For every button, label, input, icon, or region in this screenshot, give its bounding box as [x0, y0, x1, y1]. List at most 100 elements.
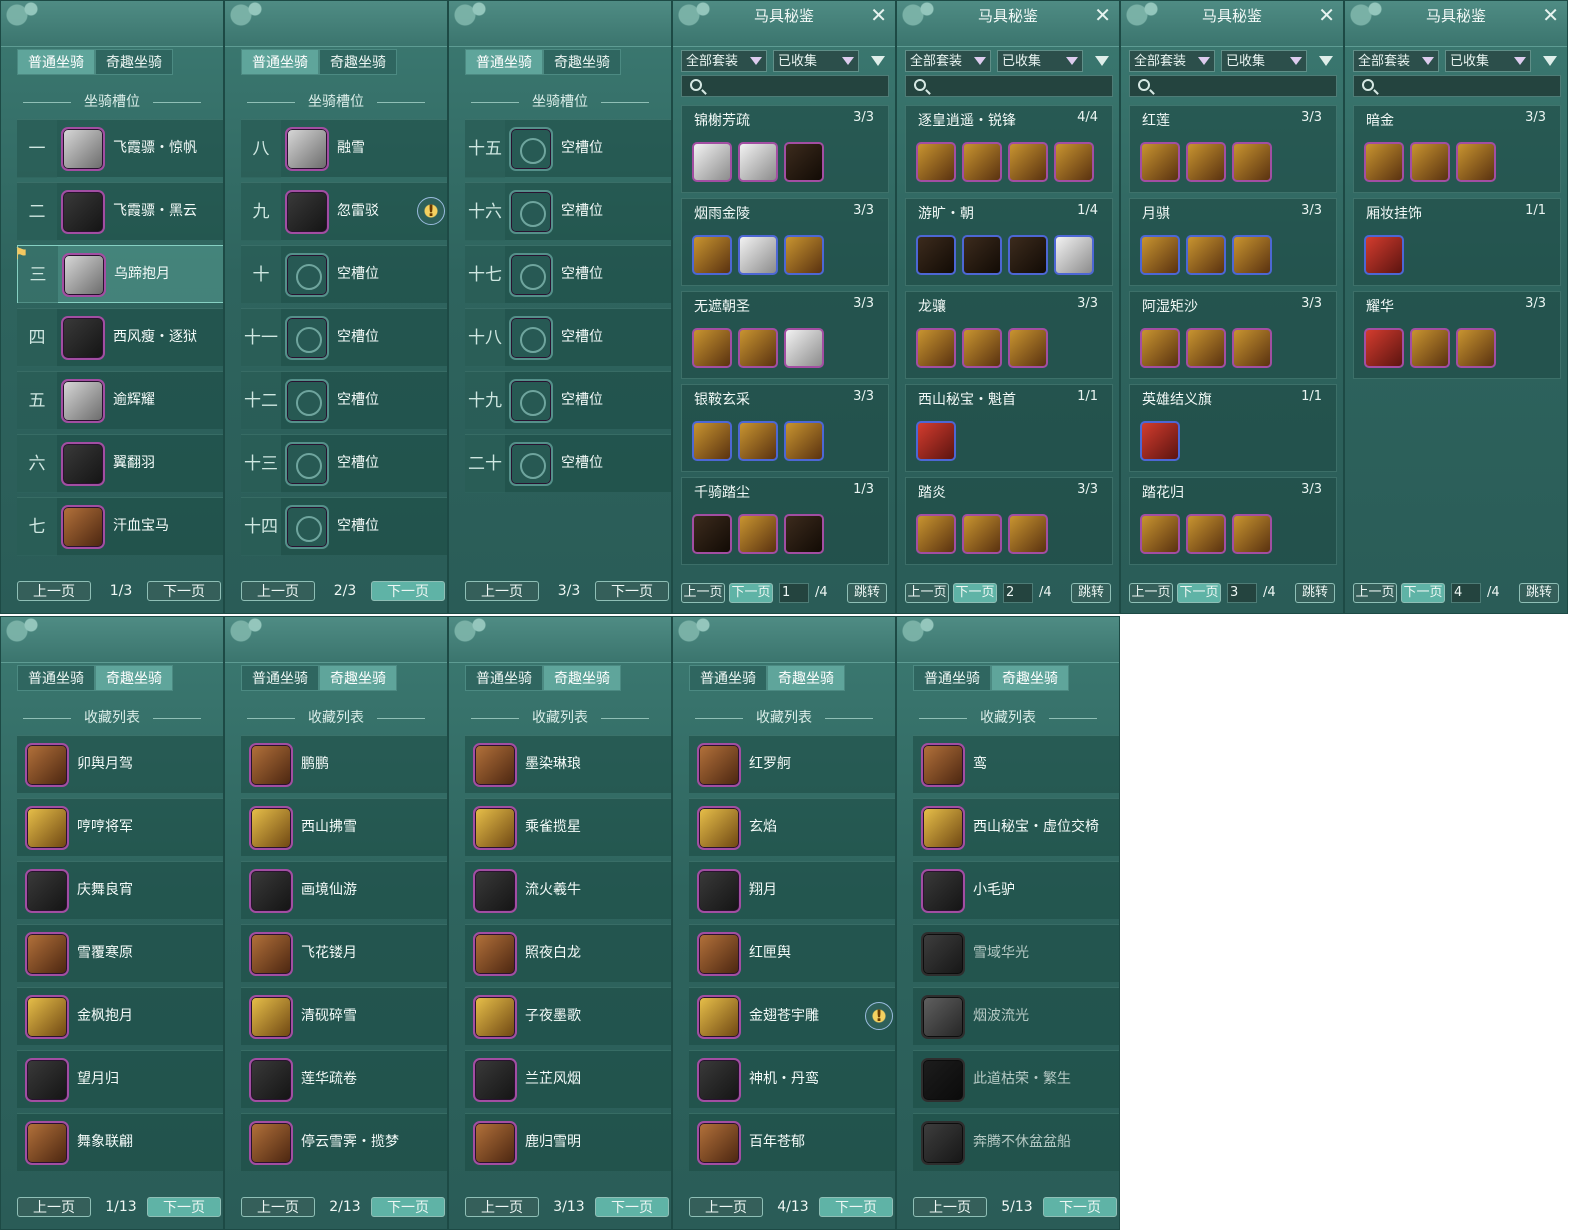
equipment-item-icon[interactable] [916, 421, 956, 461]
slot-row[interactable]: 七 汗血宝马 [17, 497, 223, 556]
collection-row[interactable]: 画境仙游 [241, 861, 447, 919]
collection-row[interactable]: 翔月 [689, 861, 895, 919]
collection-row[interactable]: 乘雀揽星 [465, 798, 671, 856]
prev-page-button[interactable]: 上一页 [1129, 583, 1173, 603]
white-horse-icon[interactable] [61, 127, 105, 171]
collection-row[interactable]: 雪覆寒原 [17, 924, 223, 982]
equipment-item-icon[interactable] [962, 514, 1002, 554]
slot-row[interactable]: 一 飞霞骠・惊帆 [17, 119, 223, 178]
mount-portrait-icon[interactable] [25, 869, 69, 913]
slot-row[interactable]: 九 忽雷驳! [241, 182, 447, 241]
mount-portrait-icon[interactable] [921, 743, 965, 787]
exclamation-alert-icon[interactable]: ! [417, 197, 445, 225]
tab-normal-mounts[interactable]: 普通坐骑 [465, 49, 543, 75]
collection-row[interactable]: 金枫抱月 [17, 987, 223, 1045]
jump-button[interactable]: 跳转 [1519, 583, 1559, 603]
collection-row[interactable]: 红罗舸 [689, 735, 895, 793]
equipment-item-icon[interactable] [784, 235, 824, 275]
search-input[interactable] [1129, 75, 1337, 97]
mount-portrait-icon[interactable] [697, 743, 741, 787]
brown-horse-icon[interactable] [61, 505, 105, 549]
mount-portrait-icon[interactable] [473, 1058, 517, 1102]
set-filter-dropdown[interactable]: 全部套装 [905, 50, 991, 72]
mount-portrait-icon[interactable] [921, 869, 965, 913]
next-page-button[interactable]: 下一页 [819, 1197, 893, 1217]
filter-funnel-icon[interactable] [1095, 56, 1109, 66]
equipment-item-icon[interactable] [1140, 142, 1180, 182]
tab-normal-mounts[interactable]: 普通坐骑 [17, 665, 95, 691]
collection-row[interactable]: 照夜白龙 [465, 924, 671, 982]
equipment-item-icon[interactable] [962, 235, 1002, 275]
equipment-item-icon[interactable] [1054, 235, 1094, 275]
equipment-item-icon[interactable] [1008, 328, 1048, 368]
equipment-item-icon[interactable] [692, 142, 732, 182]
filter-funnel-icon[interactable] [871, 56, 885, 66]
tab-fun-mounts[interactable]: 奇趣坐骑 [319, 665, 397, 691]
prev-page-button[interactable]: 上一页 [465, 1197, 539, 1217]
collection-row[interactable]: 哼哼将军 [17, 798, 223, 856]
slot-row[interactable]: 八 融雪 [241, 119, 447, 178]
equipment-item-icon[interactable] [1008, 514, 1048, 554]
equipment-item-icon[interactable] [1456, 142, 1496, 182]
equipment-item-icon[interactable] [1364, 328, 1404, 368]
mount-portrait-icon[interactable] [473, 806, 517, 850]
collection-row[interactable]: 雪域华光 [913, 924, 1119, 982]
close-icon[interactable]: ✕ [870, 5, 887, 25]
next-page-button[interactable]: 下一页 [1043, 1197, 1117, 1217]
prev-page-button[interactable]: 上一页 [681, 583, 725, 603]
tab-fun-mounts[interactable]: 奇趣坐骑 [95, 665, 173, 691]
equipment-item-icon[interactable] [692, 328, 732, 368]
tab-normal-mounts[interactable]: 普通坐骑 [241, 665, 319, 691]
equipment-item-icon[interactable] [1410, 142, 1450, 182]
equipment-item-icon[interactable] [1456, 328, 1496, 368]
search-input[interactable] [1353, 75, 1561, 97]
empty-slot-icon[interactable] [285, 379, 329, 423]
slot-row[interactable]: 十 空槽位 [241, 245, 447, 304]
slot-row[interactable]: 二十 空槽位 [465, 434, 671, 493]
mount-portrait-icon[interactable] [697, 806, 741, 850]
equipment-item-icon[interactable] [1186, 235, 1226, 275]
black-horse-icon[interactable] [61, 442, 105, 486]
tab-fun-mounts[interactable]: 奇趣坐骑 [543, 665, 621, 691]
slot-row[interactable]: 二 飞霞骠・黑云 [17, 182, 223, 241]
set-filter-dropdown[interactable]: 全部套装 [681, 50, 767, 72]
empty-slot-icon[interactable] [285, 316, 329, 360]
jump-button[interactable]: 跳转 [1295, 583, 1335, 603]
white-horse-icon[interactable] [61, 379, 105, 423]
equipment-item-icon[interactable] [1186, 328, 1226, 368]
equipment-item-icon[interactable] [738, 142, 778, 182]
close-icon[interactable]: ✕ [1094, 5, 1111, 25]
tab-normal-mounts[interactable]: 普通坐骑 [465, 665, 543, 691]
equipment-item-icon[interactable] [1140, 421, 1180, 461]
mount-portrait-icon[interactable] [249, 743, 293, 787]
mount-portrait-icon[interactable] [249, 1058, 293, 1102]
prev-page-button[interactable]: 上一页 [17, 1197, 91, 1217]
collection-row[interactable]: 小毛驴 [913, 861, 1119, 919]
equipment-item-icon[interactable] [1364, 142, 1404, 182]
collection-row[interactable]: 莲华疏卷 [241, 1050, 447, 1108]
mount-portrait-icon[interactable] [249, 932, 293, 976]
empty-slot-icon[interactable] [509, 316, 553, 360]
slot-row[interactable]: 十六 空槽位 [465, 182, 671, 241]
tab-fun-mounts[interactable]: 奇趣坐骑 [991, 665, 1069, 691]
empty-slot-icon[interactable] [285, 505, 329, 549]
mount-portrait-icon[interactable] [473, 932, 517, 976]
set-filter-dropdown[interactable]: 全部套装 [1129, 50, 1215, 72]
mount-portrait-icon[interactable] [25, 1058, 69, 1102]
tab-normal-mounts[interactable]: 普通坐骑 [241, 49, 319, 75]
page-input[interactable]: 3 [1227, 583, 1257, 603]
empty-slot-icon[interactable] [509, 379, 553, 423]
mount-portrait-icon[interactable] [25, 806, 69, 850]
tab-fun-mounts[interactable]: 奇趣坐骑 [543, 49, 621, 75]
tab-normal-mounts[interactable]: 普通坐骑 [689, 665, 767, 691]
page-input[interactable]: 2 [1003, 583, 1033, 603]
next-page-button[interactable]: 下一页 [953, 583, 997, 603]
collection-row[interactable]: 子夜墨歌 [465, 987, 671, 1045]
mount-portrait-icon[interactable] [249, 806, 293, 850]
next-page-button[interactable]: 下一页 [147, 1197, 221, 1217]
mount-portrait-icon[interactable] [697, 1058, 741, 1102]
collection-row[interactable]: 墨染琳琅 [465, 735, 671, 793]
black-horse-icon[interactable] [61, 316, 105, 360]
collected-filter-dropdown[interactable]: 已收集 [773, 50, 859, 72]
prev-page-button[interactable]: 上一页 [905, 583, 949, 603]
